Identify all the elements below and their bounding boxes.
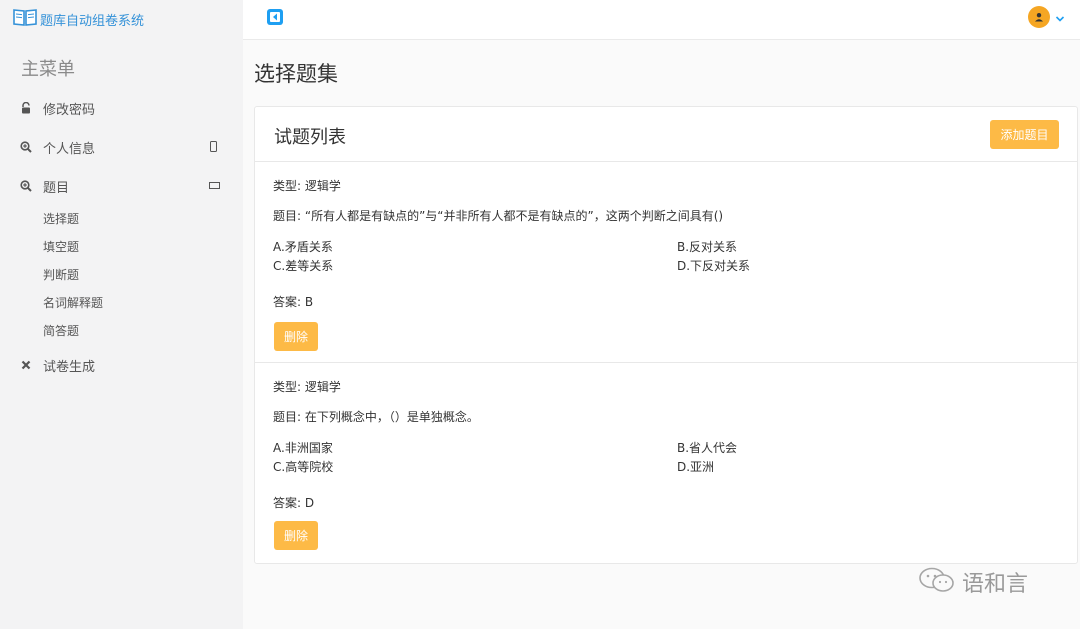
question-option: D.下反对关系 [677,259,751,273]
sidebar-subitem-fill-blank[interactable]: 填空题 [43,238,79,255]
delete-button[interactable]: 删除 [274,322,318,351]
search-plus-icon [20,180,32,192]
sidebar-item-questions[interactable]: 题目 [0,174,243,198]
sidebar-subitem-choice[interactable]: 选择题 [43,210,79,227]
card-header: 试题列表 添加题目 [255,107,1077,162]
book-icon [13,8,37,30]
chevron-down-icon [1055,8,1065,27]
menu-title: 主菜单 [21,59,75,80]
mobile-icon [209,141,218,152]
sidebar-item-label: 修改密码 [43,102,96,118]
user-icon [1028,6,1050,28]
sidebar-item-personal-info[interactable]: 个人信息 [0,135,243,159]
page-title: 选择题集 [254,62,338,86]
question-option: A.矛盾关系 [273,240,333,254]
brand[interactable]: 题库自动组卷系统 [0,0,243,38]
question-option: B.省人代会 [677,441,738,455]
sidebar-item-change-password[interactable]: 修改密码 [0,96,243,120]
wechat-icon [918,566,956,598]
question-option: C.差等关系 [273,259,334,273]
card-title: 试题列表 [274,127,346,148]
caret-square-left-icon[interactable] [266,8,284,26]
brand-title: 题库自动组卷系统 [40,13,145,29]
question-option: A.非洲国家 [273,441,333,455]
sidebar-subitem-short-answer[interactable]: 简答题 [43,322,79,339]
watermark: 语和言 [918,566,1028,598]
sidebar-item-label: 题目 [43,180,70,196]
sidebar-item-label: 试卷生成 [43,359,96,375]
question-type: 类型: 逻辑学 [273,179,341,193]
sidebar-subitem-true-false[interactable]: 判断题 [43,266,79,283]
add-question-button[interactable]: 添加题目 [990,120,1059,149]
question-item: 类型: 逻辑学 题目: “所有人都是有缺点的”与“并非所有人都不是有缺点的”，这… [255,162,1077,363]
delete-button[interactable]: 删除 [274,521,318,550]
sidebar: 题库自动组卷系统 主菜单 修改密码 个人信息 题目 选择题 填空题 判断题 名词… [0,0,243,629]
question-answer: 答案: B [273,295,314,309]
question-stem: 题目: 在下列概念中，（）是单独概念。 [273,410,479,424]
laptop-icon [209,180,220,191]
topbar [243,0,1080,40]
question-option: D.亚洲 [677,460,715,474]
sidebar-item-paper-generate[interactable]: 试卷生成 [0,353,243,377]
question-option: B.反对关系 [677,240,738,254]
question-option: C.高等院校 [273,460,334,474]
sidebar-item-label: 个人信息 [43,141,96,157]
question-stem: 题目: “所有人都是有缺点的”与“并非所有人都不是有缺点的”，这两个判断之间具有… [273,209,724,223]
question-item: 类型: 逻辑学 题目: 在下列概念中，（）是单独概念。 A.非洲国家 B.省人代… [255,363,1077,564]
question-list-card: 试题列表 添加题目 类型: 逻辑学 题目: “所有人都是有缺点的”与“并非所有人… [254,106,1078,564]
search-plus-icon [20,141,32,153]
question-answer: 答案: D [273,496,315,510]
lock-icon [20,101,32,114]
watermark-text: 语和言 [962,572,1029,597]
sidebar-subitem-term[interactable]: 名词解释题 [43,294,103,311]
close-icon [20,359,32,371]
question-type: 类型: 逻辑学 [273,380,341,394]
user-menu[interactable] [1028,6,1065,28]
